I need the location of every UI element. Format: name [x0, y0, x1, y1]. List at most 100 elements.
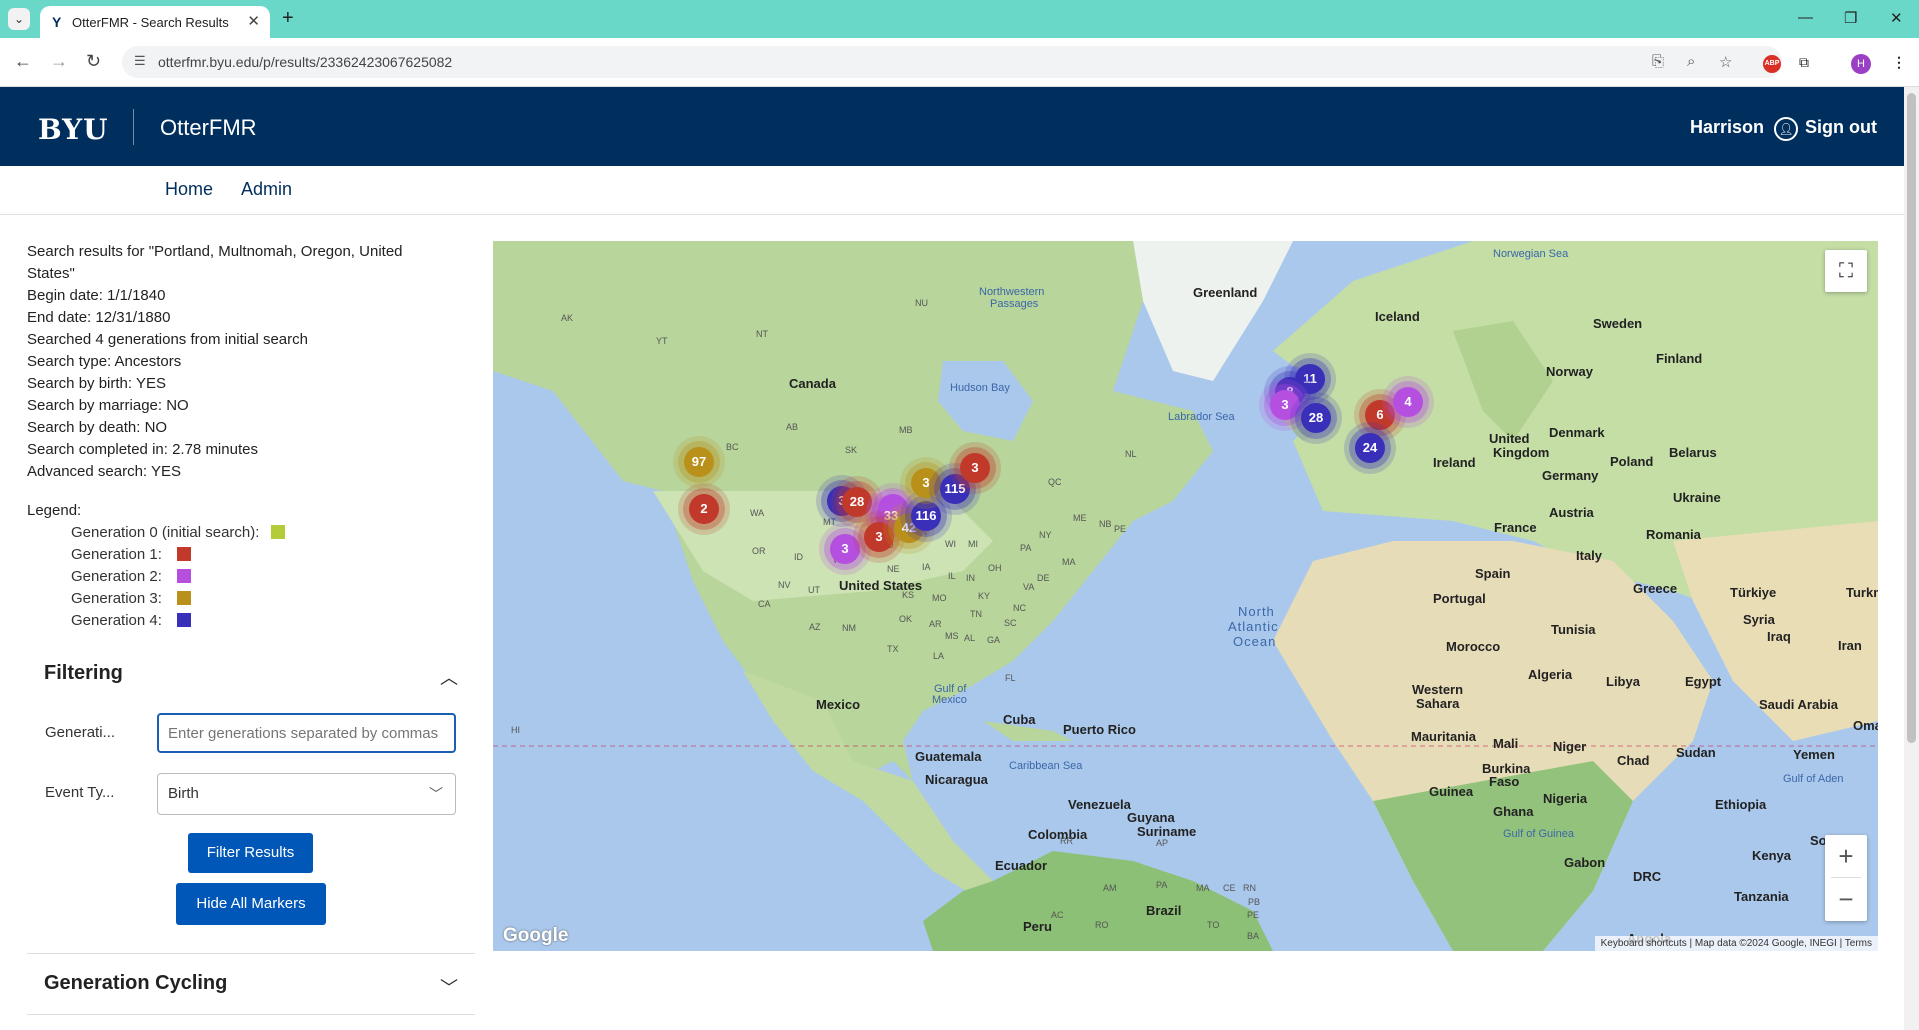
sign-out-link[interactable]: Sign out	[1805, 117, 1877, 138]
chevron-up-icon[interactable]: ︿	[440, 664, 458, 690]
marker-cluster[interactable]: 4	[1393, 387, 1423, 417]
profile-avatar[interactable]: H	[1851, 54, 1871, 74]
marker-cluster[interactable]: 116	[911, 501, 941, 531]
app-name[interactable]: OtterFMR	[160, 115, 257, 141]
marker-cluster[interactable]: 3	[864, 522, 894, 552]
tab-close-icon[interactable]: ✕	[247, 12, 260, 30]
legend-swatch	[176, 547, 191, 561]
marker-cluster[interactable]: 3	[1270, 390, 1300, 420]
scrollbar-thumb[interactable]	[1907, 93, 1916, 743]
site-info-icon[interactable]: ☰	[134, 53, 146, 69]
map-label-syria: Syria	[1743, 612, 1775, 627]
marker-cluster[interactable]: 3	[911, 468, 941, 498]
map-label-saudi-arabia: Saudi Arabia	[1759, 697, 1838, 712]
map-attribution[interactable]: Keyboard shortcuts | Map data ©2024 Goog…	[1594, 936, 1878, 951]
map-label-turkmen: Turkm	[1846, 585, 1878, 600]
map-label-guyana: Guyana	[1127, 810, 1175, 825]
map-label-guatemala: Guatemala	[915, 749, 982, 764]
fullscreen-icon[interactable]: ⛶	[1825, 250, 1867, 292]
map-label-ukraine: Ukraine	[1673, 490, 1721, 505]
hide-all-markers-button[interactable]: Hide All Markers	[176, 883, 326, 925]
generations-input[interactable]	[157, 713, 456, 753]
zoom-out-icon[interactable]: −	[1825, 878, 1867, 920]
marker-cluster[interactable]: 3	[960, 453, 990, 483]
map-label-ma: MA	[1062, 557, 1076, 567]
nav-admin-link[interactable]: Admin	[241, 179, 292, 200]
chevron-down-icon[interactable]: ﹀	[440, 974, 458, 1000]
map-label-suriname: Suriname	[1137, 824, 1197, 839]
map-label-hi: HI	[511, 725, 520, 735]
search-info: Search results for "Portland, Multnomah,…	[27, 241, 457, 483]
reload-icon[interactable]: ↻	[86, 51, 101, 72]
byu-logo[interactable]: BYU	[38, 113, 109, 146]
map-label-tunisia: Tunisia	[1551, 622, 1596, 637]
map-label-wa: WA	[750, 508, 765, 518]
map-label-peru: Peru	[1023, 919, 1052, 934]
browser-tab[interactable]: Y OtterFMR - Search Results ✕	[40, 6, 270, 38]
map-label-qc: QC	[1048, 477, 1062, 487]
zoom-in-icon[interactable]: +	[1825, 835, 1867, 877]
map-label-in: IN	[966, 573, 975, 583]
legend-label: Generation 4:	[71, 612, 162, 629]
map-label-sudan: Sudan	[1676, 745, 1716, 760]
google-logo: Google	[503, 925, 569, 946]
map-label-gabon: Gabon	[1564, 855, 1606, 870]
extensions-puzzle-icon[interactable]: ⧉	[1799, 54, 1809, 71]
map-label-ms: MS	[945, 631, 959, 641]
nav-home-link[interactable]: Home	[165, 179, 213, 200]
browser-menu-icon[interactable]: ⋮	[1892, 54, 1906, 71]
bookmark-star-icon[interactable]: ☆	[1719, 53, 1732, 71]
zoom-icon[interactable]: ⌕	[1687, 53, 1695, 70]
map-label-pe-br: PE	[1247, 910, 1260, 920]
page-scrollbar[interactable]	[1904, 87, 1919, 1030]
map-label-tn: TN	[970, 609, 982, 619]
map-label-uk-1: United	[1489, 431, 1530, 446]
tab-title: OtterFMR - Search Results	[72, 15, 229, 30]
address-bar[interactable]: ☰ otterfmr.byu.edu/p/results/23362423067…	[122, 46, 1782, 78]
legend-swatch	[176, 569, 191, 583]
marker-cluster[interactable]: 3	[830, 534, 860, 564]
map-label-venezuela: Venezuela	[1068, 797, 1131, 812]
event-type-select[interactable]: Birth ﹀	[157, 773, 456, 815]
map-label-yemen: Yemen	[1793, 747, 1835, 762]
map-view[interactable]: Greenland Iceland Canada United States M…	[493, 241, 1878, 951]
install-app-icon[interactable]: ⎘	[1652, 53, 1664, 70]
map-label-mexico: Mexico	[816, 697, 861, 712]
map-label-egypt: Egypt	[1685, 674, 1722, 689]
adblock-extension-icon[interactable]: ABP	[1763, 55, 1781, 73]
back-icon[interactable]: ←	[14, 51, 32, 72]
forward-icon[interactable]: →	[50, 51, 68, 72]
new-tab-icon[interactable]: +	[282, 7, 294, 30]
url-text: otterfmr.byu.edu/p/results/2336242306762…	[158, 54, 453, 70]
map-label-hudson-bay: Hudson Bay	[950, 382, 1010, 394]
marker-cluster[interactable]: 28	[1301, 403, 1331, 433]
map-label-burkina-2: Faso	[1489, 774, 1520, 789]
close-window-icon[interactable]: ✕	[1890, 9, 1903, 27]
marker-cluster[interactable]: 2	[689, 494, 719, 524]
map-label-iran: Iran	[1838, 638, 1862, 653]
main-nav: Home Admin	[0, 166, 1904, 215]
map-label-rr: RR	[1060, 836, 1073, 846]
filter-results-button[interactable]: Filter Results	[188, 833, 313, 873]
marker-cluster[interactable]: 28	[842, 487, 872, 517]
map-label-atlantic-2: Atlantic	[1228, 619, 1279, 634]
filtering-title[interactable]: Filtering	[44, 662, 123, 685]
map-label-uk-2: Kingdom	[1493, 445, 1550, 460]
restore-icon[interactable]: ❐	[1844, 9, 1857, 27]
tab-search-icon[interactable]: ⌄	[8, 8, 30, 30]
map-label-sk: SK	[845, 445, 858, 455]
map-label-ak: AK	[561, 313, 574, 323]
marker-cluster[interactable]: 97	[684, 447, 714, 477]
marker-cluster[interactable]: 6	[1365, 400, 1395, 430]
legend-swatch	[176, 591, 191, 605]
map-label-to: TO	[1207, 920, 1220, 930]
map-label-ny: NY	[1039, 530, 1052, 540]
map-label-pa-br: PA	[1156, 880, 1168, 890]
map-label-nv: NV	[778, 580, 791, 590]
map-label-norway: Norway	[1546, 364, 1593, 379]
search-query-line2: States"	[27, 265, 75, 282]
minimize-icon[interactable]: —	[1798, 9, 1813, 26]
marker-cluster[interactable]: 24	[1355, 433, 1385, 463]
generation-cycling-title[interactable]: Generation Cycling	[44, 972, 227, 995]
search-by-death: Search by death: NO	[27, 419, 168, 436]
